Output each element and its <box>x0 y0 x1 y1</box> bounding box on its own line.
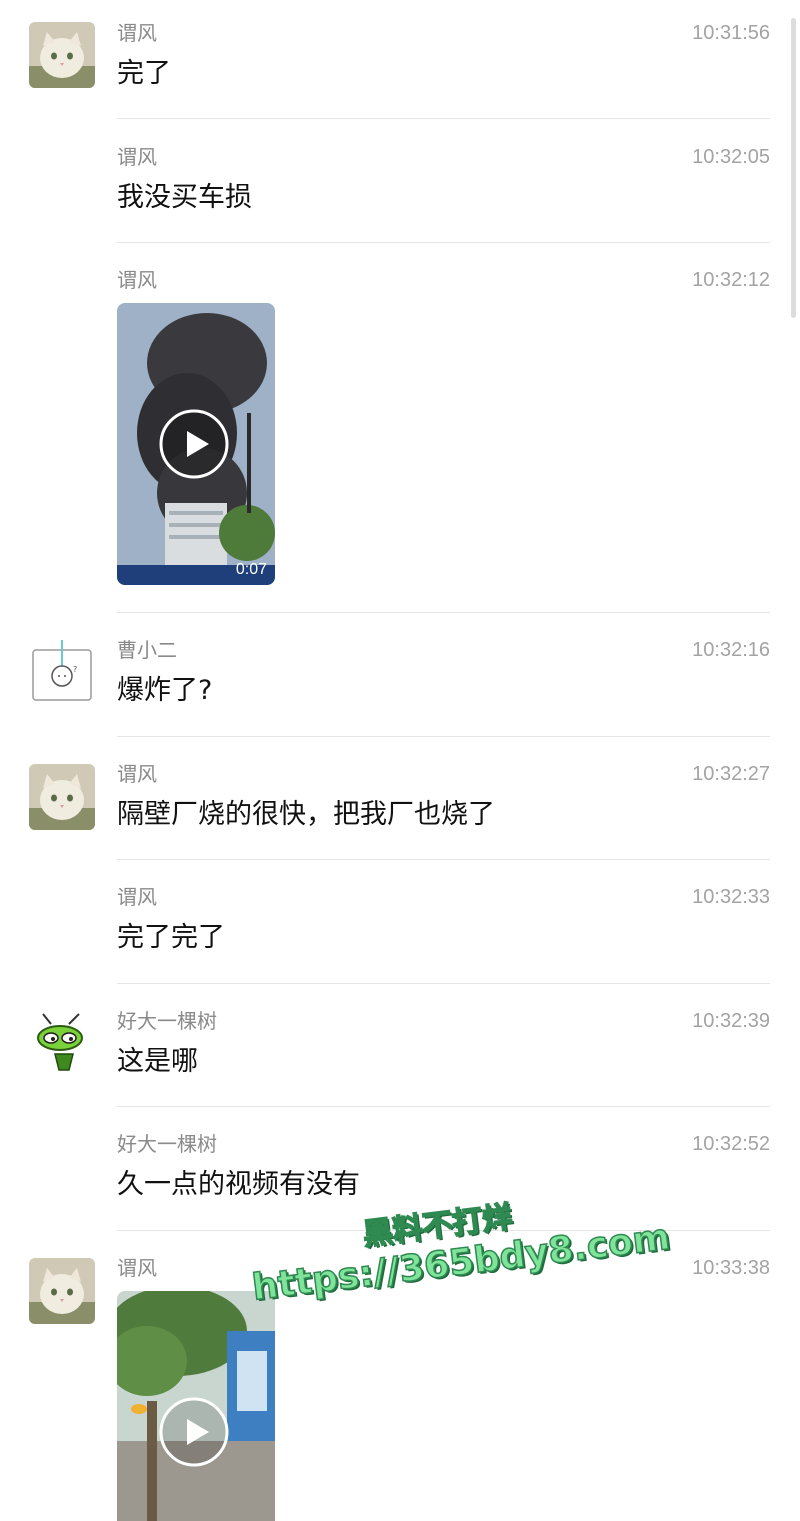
cat-avatar-icon[interactable] <box>29 1258 95 1324</box>
message-time: 10:33:38 <box>692 1257 770 1279</box>
sender-name: 好大一棵树 <box>117 1009 217 1033</box>
cat-avatar-icon[interactable] <box>29 764 95 830</box>
message-text[interactable]: 隔壁厂烧的很快，把我厂也烧了 <box>117 795 495 835</box>
message-item: 谓风 10:32:33 完了完了 <box>117 884 770 964</box>
sender-name: 谓风 <box>117 885 157 909</box>
message-item: 谓风 10:32:27 隔壁厂烧的很快，把我厂也烧了 <box>117 761 770 841</box>
sender-name: 曹小二 <box>117 638 177 662</box>
message-item: 谓风 10:32:05 我没买车损 <box>117 144 770 224</box>
sender-name: 好大一棵树 <box>117 1132 217 1156</box>
message-time: 10:32:39 <box>692 1010 770 1032</box>
play-icon[interactable] <box>159 1397 229 1467</box>
message-text[interactable]: 久一点的视频有没有 <box>117 1165 360 1205</box>
svg-text:?: ? <box>73 665 77 674</box>
message-item: 谓风 10:33:38 <box>117 1255 770 1521</box>
divider <box>117 242 770 243</box>
message-text[interactable]: 这是哪 <box>117 1042 198 1082</box>
message-text[interactable]: 爆炸了? <box>117 671 212 711</box>
play-icon[interactable] <box>159 409 229 479</box>
sender-name: 谓风 <box>117 21 157 45</box>
divider <box>117 736 770 737</box>
divider <box>117 1106 770 1107</box>
video-thumbnail[interactable] <box>117 1291 275 1521</box>
message-time: 10:32:27 <box>692 763 770 785</box>
divider <box>117 983 770 984</box>
message-item: 谓风 10:32:12 0:07 <box>117 267 770 597</box>
sender-name: 谓风 <box>117 762 157 786</box>
message-time: 10:32:12 <box>692 269 770 291</box>
message-text[interactable]: 我没买车损 <box>117 178 252 218</box>
scrollbar[interactable] <box>791 18 796 318</box>
divider <box>117 612 770 613</box>
message-time: 10:32:16 <box>692 639 770 661</box>
message-time: 10:31:56 <box>692 22 770 44</box>
message-item: 好大一棵树 10:32:39 这是哪 <box>117 1008 770 1088</box>
green-bug-avatar-icon[interactable] <box>29 1010 95 1076</box>
message-item: 曹小二 10:32:16 爆炸了? <box>117 637 770 717</box>
video-duration: 0:07 <box>235 561 267 578</box>
video-thumbnail[interactable]: 0:07 <box>117 303 275 585</box>
message-time: 10:32:52 <box>692 1133 770 1155</box>
message-time: 10:32:05 <box>692 146 770 168</box>
message-text[interactable]: 完了 <box>117 54 171 94</box>
sender-name: 谓风 <box>117 145 157 169</box>
message-text[interactable]: 完了完了 <box>117 918 225 958</box>
divider <box>117 859 770 860</box>
divider <box>117 118 770 119</box>
doodle-avatar-icon[interactable]: ? <box>29 640 95 706</box>
message-time: 10:32:33 <box>692 886 770 908</box>
cat-avatar-icon[interactable] <box>29 22 95 88</box>
sender-name: 谓风 <box>117 268 157 292</box>
message-item: 谓风 10:31:56 完了 <box>117 20 770 100</box>
sender-name: 谓风 <box>117 1256 157 1280</box>
